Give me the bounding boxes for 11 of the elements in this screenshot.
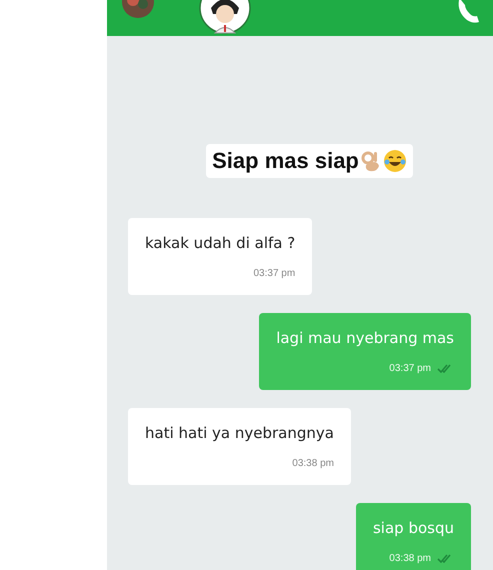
message-text: hati hati ya nyebrangnya	[145, 424, 334, 442]
message-time: 03:38 pm	[389, 553, 431, 564]
avatar-icon[interactable]	[199, 0, 251, 34]
message-time: 03:37 pm	[254, 268, 296, 279]
message-text: siap bosqu	[372, 519, 454, 537]
message-time: 03:38 pm	[292, 458, 334, 469]
message-time: 03:37 pm	[389, 363, 431, 374]
message-text: lagi mau nyebrang mas	[276, 329, 454, 347]
laughing-emoji-icon	[382, 149, 407, 173]
caption-text: Siap mas siap	[212, 148, 359, 174]
message-text: kakak udah di alfa ?	[145, 234, 296, 252]
